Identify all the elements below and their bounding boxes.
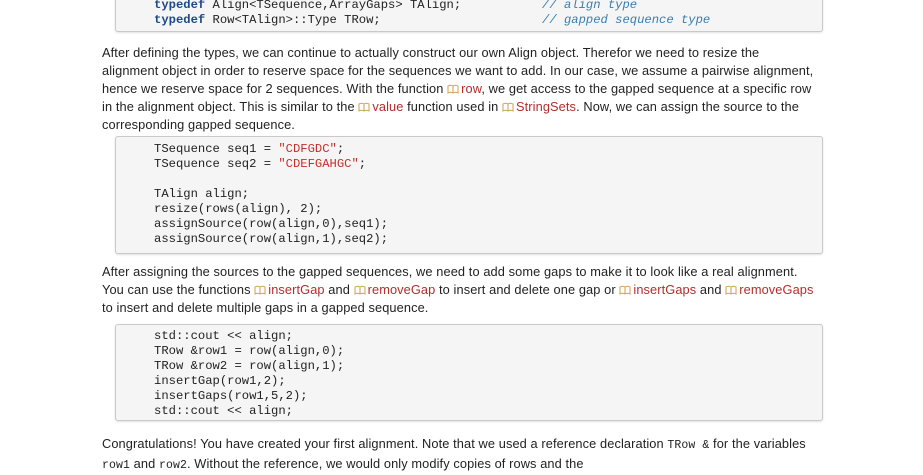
code-line: resize(rows(align), 2);: [154, 202, 323, 216]
book-icon: [254, 285, 266, 295]
code-comment: // gapped sequence type: [542, 13, 711, 27]
code-comment: // align type: [542, 0, 638, 12]
code-line: typedef Row<TAlign>::Type TRow; // gapped…: [154, 13, 822, 28]
code-line: TRow &row1 = row(align,0);: [154, 344, 345, 358]
book-icon: [619, 285, 631, 295]
paragraph-text: for the variables: [709, 436, 806, 451]
link-label: StringSets: [516, 99, 577, 114]
link-removegaps[interactable]: removeGaps: [725, 282, 813, 297]
link-label: row: [461, 81, 482, 96]
code-string: "CDEFGAHGC": [278, 157, 359, 171]
inline-code: row2: [158, 459, 187, 472]
book-icon: [502, 102, 514, 112]
code-line: TAlign align;: [154, 187, 250, 201]
code-text: TSequence seq1 =: [154, 142, 279, 156]
code-line: TSequence seq1 = "CDFGDC";: [154, 142, 822, 157]
paragraph-insert-gaps: After assigning the sources to the gappe…: [102, 263, 814, 317]
inline-code: TRow &: [667, 439, 710, 452]
link-label: insertGap: [268, 282, 325, 297]
link-label: removeGap: [367, 282, 436, 297]
code-line: TRow &row2 = row(align,1);: [154, 359, 345, 373]
code-keyword: typedef: [154, 13, 206, 27]
paragraph-text: . Without the reference, we would only m…: [187, 456, 584, 471]
code-line: std::cout << align;: [154, 404, 293, 418]
paragraph-text: and: [324, 282, 354, 297]
code-line: assignSource(row(align,0),seq1);: [154, 217, 389, 231]
paragraph-text: to insert and delete multiple gaps in a …: [102, 300, 429, 315]
code-text: ;: [336, 142, 345, 156]
code-block-gaps: std::cout << align; TRow &row1 = row(ali…: [115, 324, 823, 421]
code-text: ;: [358, 157, 367, 171]
paragraph-text: and: [130, 456, 159, 471]
paragraph-construct-align: After defining the types, we can continu…: [102, 44, 814, 134]
code-block-typedefs: typedef Align<TSequence,ArrayGaps> TAlig…: [115, 0, 823, 32]
paragraph-text: Congratulations! You have created your f…: [102, 436, 668, 451]
code-line: std::cout << align;: [154, 329, 293, 343]
code-string: "CDFGDC": [278, 142, 337, 156]
code-line: insertGaps(row1,5,2);: [154, 389, 308, 403]
code-text: TSequence seq2 =: [154, 157, 279, 171]
paragraph-text: and: [696, 282, 726, 297]
code-block-assign-source: TSequence seq1 = "CDFGDC"; TSequence seq…: [115, 136, 823, 254]
book-icon: [725, 285, 737, 295]
link-removegap[interactable]: removeGap: [354, 282, 436, 297]
link-label: value: [372, 99, 404, 114]
link-value[interactable]: value: [358, 99, 403, 114]
code-line: insertGap(row1,2);: [154, 374, 286, 388]
link-insertgaps[interactable]: insertGaps: [619, 282, 696, 297]
link-stringsets[interactable]: StringSets: [502, 99, 576, 114]
paragraph-text: function used in: [403, 99, 503, 114]
book-icon: [447, 84, 459, 94]
code-keyword: typedef: [154, 0, 206, 12]
code-line: TSequence seq2 = "CDEFGAHGC";: [154, 157, 822, 172]
inline-code: row1: [102, 459, 131, 472]
book-icon: [358, 102, 370, 112]
paragraph-congratulations: Congratulations! You have created your f…: [102, 435, 814, 475]
book-icon: [354, 285, 366, 295]
code-text: Align<TSequence,ArrayGaps> TAlign;: [205, 0, 462, 12]
link-label: removeGaps: [739, 282, 814, 297]
link-insertgap[interactable]: insertGap: [254, 282, 325, 297]
code-line: assignSource(row(align,1),seq2);: [154, 232, 389, 246]
paragraph-text: to insert and delete one gap or: [435, 282, 620, 297]
link-row[interactable]: row: [447, 81, 481, 96]
code-line: typedef Align<TSequence,ArrayGaps> TAlig…: [154, 0, 822, 13]
code-text: Row<TAlign>::Type TRow;: [205, 13, 381, 27]
link-label: insertGaps: [633, 282, 697, 297]
